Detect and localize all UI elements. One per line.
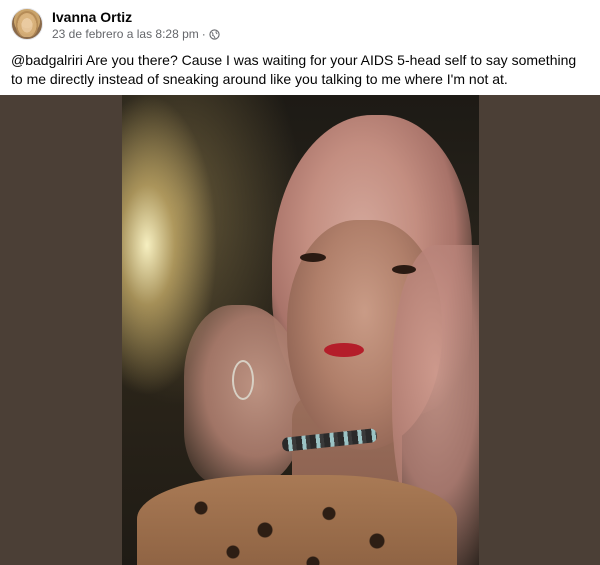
author-name[interactable]: Ivanna Ortiz xyxy=(52,9,132,25)
globe-icon[interactable] xyxy=(209,28,220,40)
photo-eye-right xyxy=(392,265,416,274)
photo-earring xyxy=(232,360,254,400)
post-meta: 23 de febrero a las 8:28 pm · xyxy=(52,27,220,41)
post-header: Ivanna Ortiz 23 de febrero a las 8:28 pm… xyxy=(0,0,600,48)
post-text: @badgalriri Are you there? Cause I was w… xyxy=(11,52,577,87)
photo-leopard-top xyxy=(137,475,457,565)
photo-lips xyxy=(324,343,364,357)
avatar-photo xyxy=(16,11,38,37)
post-timestamp[interactable]: 23 de febrero a las 8:28 pm xyxy=(52,27,199,41)
post-photo[interactable] xyxy=(122,95,479,565)
author-avatar[interactable] xyxy=(11,8,43,40)
meta-separator: · xyxy=(201,27,206,41)
post-media xyxy=(0,95,600,565)
facebook-post: Ivanna Ortiz 23 de febrero a las 8:28 pm… xyxy=(0,0,600,565)
photo-eye-left xyxy=(300,253,326,262)
